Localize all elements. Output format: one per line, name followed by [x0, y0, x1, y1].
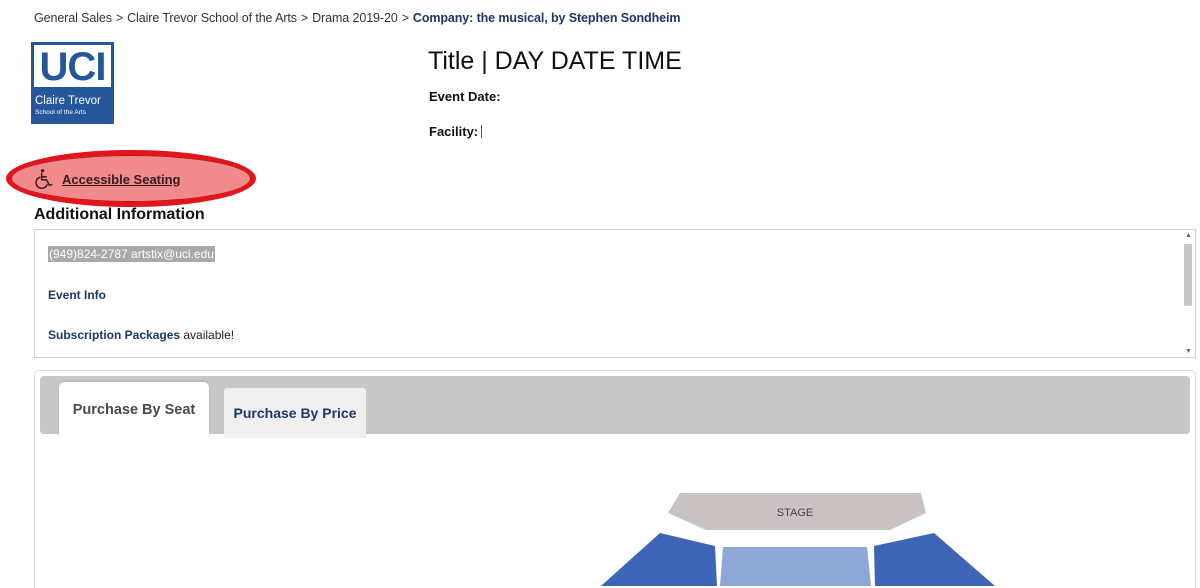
uci-logo: UCI Claire Trevor School of the Arts: [31, 42, 114, 124]
wheelchair-icon: [35, 169, 53, 189]
scroll-thumb[interactable]: [1184, 244, 1192, 306]
event-date-label: Event Date:: [429, 89, 501, 104]
subscription-packages-link[interactable]: Subscription Packages: [48, 328, 180, 342]
tab-purchase-by-seat[interactable]: Purchase By Seat: [59, 382, 209, 438]
tab-purchase-by-price[interactable]: Purchase By Price: [224, 388, 366, 438]
seat-section-left[interactable]: [601, 533, 717, 586]
additional-info-box[interactable]: (949)824-2787 artstix@uci.edu Event Info…: [34, 229, 1196, 358]
breadcrumb-general-sales[interactable]: General Sales: [34, 11, 112, 25]
info-scrollbar[interactable]: ▲ ▼: [1183, 232, 1193, 355]
purchase-panel: STAGE Purchase By Seat Purchase By Price: [34, 370, 1196, 588]
subscription-suffix: available!: [180, 328, 235, 342]
scroll-up-icon[interactable]: ▲: [1185, 232, 1192, 239]
facility-label-text: Facility:: [429, 124, 479, 139]
breadcrumb-season[interactable]: Drama 2019-20: [312, 11, 398, 25]
logo-line2: School of the Arts: [35, 109, 86, 116]
breadcrumb-separator: >: [300, 11, 309, 25]
event-date-label-text: Event Date:: [429, 89, 501, 104]
breadcrumb-separator: >: [401, 11, 409, 25]
logo-line1: Claire Trevor: [35, 95, 101, 107]
breadcrumb: General Sales > Claire Trevor School of th…: [34, 11, 680, 25]
contact-info: (949)824-2787 artstix@uci.edu: [48, 246, 215, 262]
event-title: Title | DAY DATE TIME: [428, 47, 682, 75]
logo-top: UCI: [34, 45, 111, 87]
additional-info-heading: Additional Information: [34, 206, 205, 223]
tab-bar: Purchase By Seat Purchase By Price: [40, 376, 1190, 438]
scroll-down-icon[interactable]: ▼: [1185, 348, 1192, 355]
event-info-link[interactable]: Event Info: [48, 288, 106, 302]
accessible-seating-label: Accessible Seating: [62, 171, 181, 187]
seat-section-center[interactable]: [720, 547, 871, 586]
facility-label: Facility:: [429, 124, 483, 139]
breadcrumb-school[interactable]: Claire Trevor School of the Arts: [127, 11, 297, 25]
breadcrumb-current: Company: the musical, by Stephen Sondhei…: [412, 11, 681, 25]
logo-main: UCI: [39, 45, 107, 89]
subscription-text: Subscription Packages available!: [48, 328, 234, 342]
stage-label: STAGE: [777, 507, 813, 519]
page: General Sales > Claire Trevor School of th…: [0, 0, 1200, 588]
seat-section-right[interactable]: [874, 533, 995, 586]
accessible-seating-link[interactable]: Accessible Seating: [32, 168, 181, 190]
text-cursor: [481, 125, 483, 138]
breadcrumb-separator: >: [115, 11, 124, 25]
